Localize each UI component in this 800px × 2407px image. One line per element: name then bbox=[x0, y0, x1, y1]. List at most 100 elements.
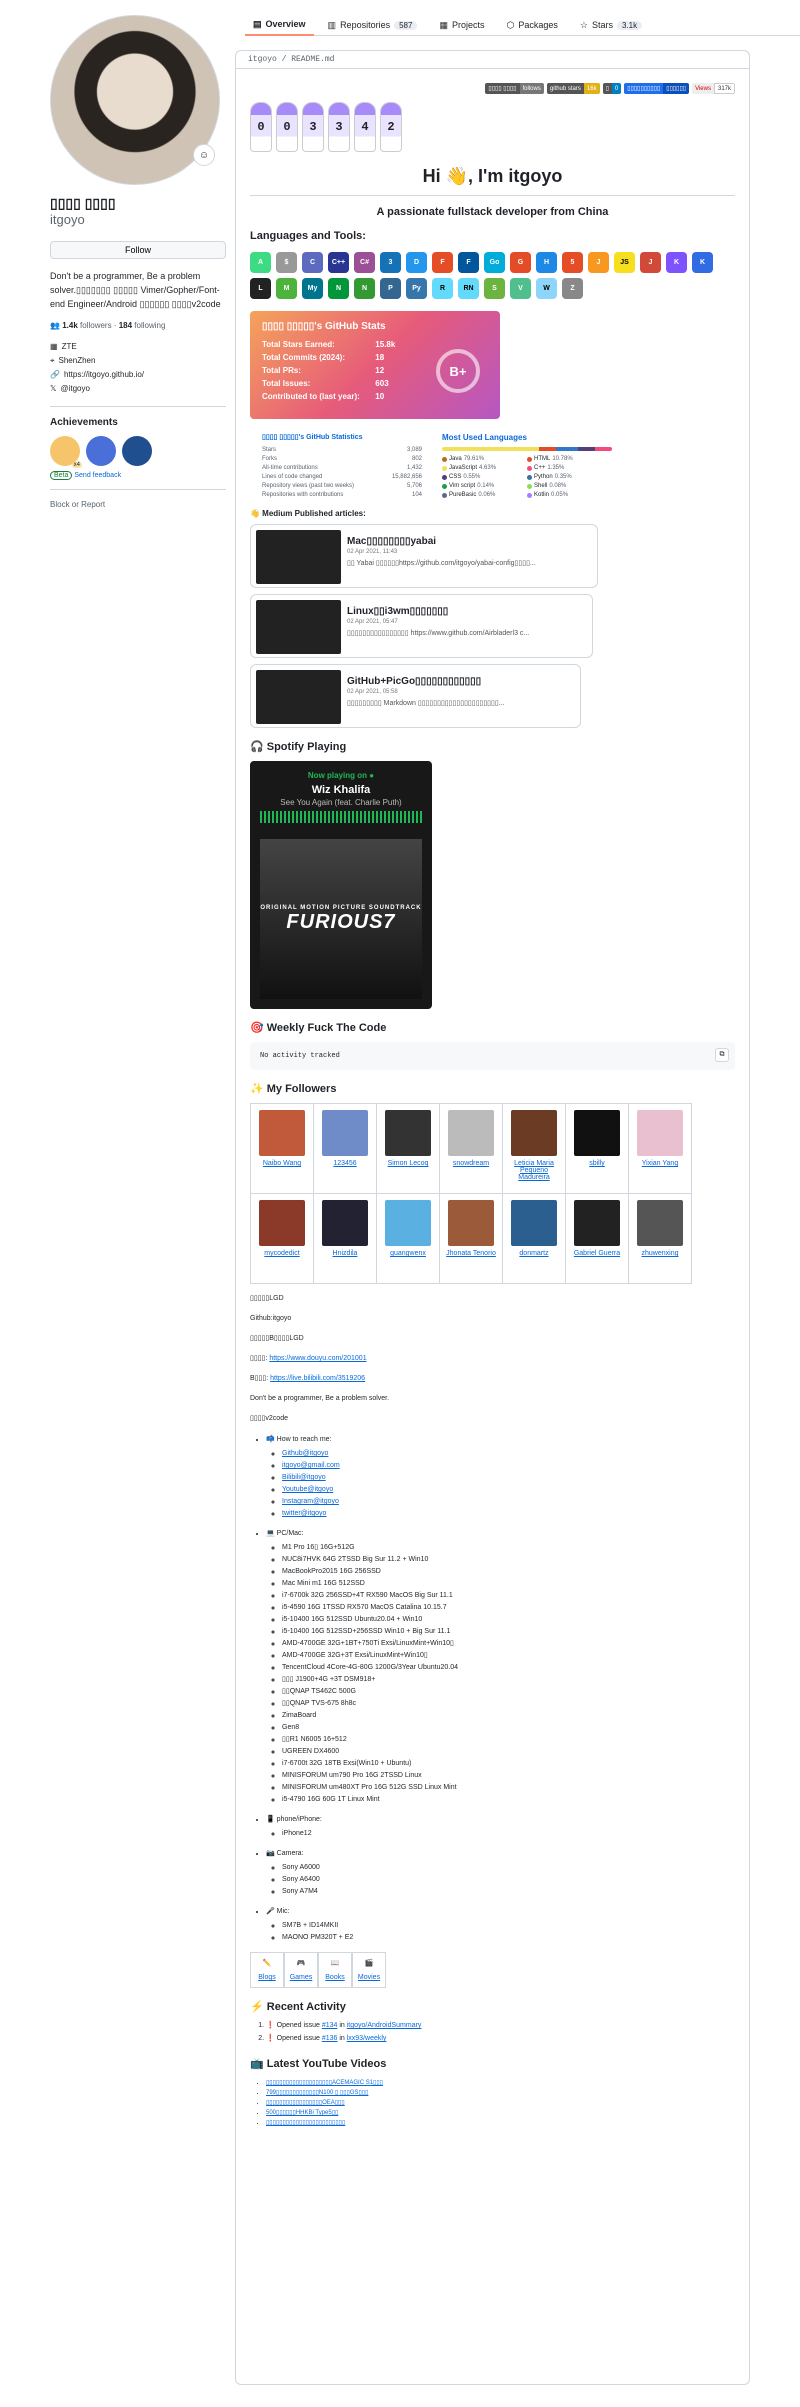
javascript-icon[interactable]: JS bbox=[614, 252, 635, 273]
follower-link[interactable]: Leticia Maria Pequeno Madureira bbox=[514, 1160, 554, 1181]
yt-item[interactable]: ▯▯▯▯▯▯▯▯▯▯▯▯▯▯▯▯▯▯▯▯ACEMAGIC S1▯▯▯ bbox=[266, 2078, 735, 2088]
go-icon[interactable]: Go bbox=[484, 252, 505, 273]
badge[interactable]: github stars 16k bbox=[546, 83, 600, 94]
followers-link[interactable]: 1.4k followers bbox=[62, 321, 111, 330]
follower-link[interactable]: snowdream bbox=[453, 1160, 489, 1167]
follower-avatar[interactable] bbox=[448, 1200, 494, 1246]
follower-avatar[interactable] bbox=[574, 1200, 620, 1246]
badge[interactable]: ▯▯▯▯ ▯▯▯▯ follows bbox=[485, 83, 544, 94]
cpp-icon[interactable]: C++ bbox=[328, 252, 349, 273]
nav-link-movies[interactable]: Movies bbox=[358, 1974, 380, 1981]
follower-avatar[interactable] bbox=[322, 1110, 368, 1156]
android-icon[interactable]: A bbox=[250, 252, 271, 273]
python-icon[interactable]: Py bbox=[406, 278, 427, 299]
reach-item[interactable]: Github@itgoyo bbox=[282, 1448, 735, 1460]
follower-link[interactable]: 123456 bbox=[333, 1160, 356, 1167]
follower-avatar[interactable] bbox=[385, 1200, 431, 1246]
bilibili-link[interactable]: https://live.bilibili.com/3519206 bbox=[270, 1375, 365, 1382]
following-link[interactable]: 184 following bbox=[119, 321, 166, 330]
badge[interactable]: ▯ 0 bbox=[602, 83, 622, 94]
follower-avatar[interactable] bbox=[574, 1110, 620, 1156]
yt-link[interactable]: ▯▯▯▯▯▯▯▯▯▯▯▯▯▯▯▯▯▯▯▯▯▯▯▯ bbox=[266, 2120, 345, 2126]
reach-link[interactable]: Bilibili@itgoyo bbox=[282, 1474, 326, 1481]
tab-stars[interactable]: ☆ Stars 3.1k bbox=[572, 14, 650, 36]
avatar[interactable]: ☺ bbox=[50, 15, 220, 185]
hadoop-icon[interactable]: H bbox=[536, 252, 557, 273]
bash-icon[interactable]: $ bbox=[276, 252, 297, 273]
reach-link[interactable]: Instagram@itgoyo bbox=[282, 1498, 339, 1505]
nginx-icon[interactable]: N bbox=[328, 278, 349, 299]
follower-link[interactable]: Simon Lecoq bbox=[388, 1160, 429, 1167]
nav-link-games[interactable]: Games bbox=[290, 1974, 313, 1981]
status-emoji-icon[interactable]: ☺ bbox=[193, 144, 215, 166]
block-report-link[interactable]: Block or Report bbox=[50, 500, 226, 509]
follower-avatar[interactable] bbox=[385, 1110, 431, 1156]
badge[interactable]: Views 317k bbox=[692, 83, 735, 94]
follower-link[interactable]: sbilly bbox=[589, 1160, 605, 1167]
achievement-badge[interactable]: x4 bbox=[50, 436, 82, 468]
webpack-icon[interactable]: W bbox=[536, 278, 557, 299]
follower-avatar[interactable] bbox=[259, 1200, 305, 1246]
article-card[interactable]: Linux▯▯i3wm▯▯▯▯▯▯▯ 02 Apr 2021, 05:47 ▯▯▯▯… bbox=[250, 594, 593, 658]
follower-link[interactable]: donmartz bbox=[519, 1250, 548, 1257]
issue-link[interactable]: #136 bbox=[322, 2035, 338, 2042]
kotlin-icon[interactable]: K bbox=[666, 252, 687, 273]
yt-link[interactable]: 500▯▯▯▯▯▯HHKBi Type5▯▯ bbox=[266, 2110, 338, 2116]
gulp-icon[interactable]: G bbox=[510, 252, 531, 273]
article-card[interactable]: GitHub+PicGo▯▯▯▯▯▯▯▯▯▯▯▯ 02 Apr 2021, 05:… bbox=[250, 664, 581, 728]
yt-item[interactable]: ▯▯▯▯▯▯▯▯▯▯▯▯▯▯▯▯▯OEA▯▯▯ bbox=[266, 2098, 735, 2108]
badge[interactable]: ▯▯▯▯▯▯▯▯▯▯ ▯▯▯▯▯▯ bbox=[624, 83, 690, 94]
postgresql-icon[interactable]: P bbox=[380, 278, 401, 299]
reach-item[interactable]: itgoyo@gmail.com bbox=[282, 1460, 735, 1472]
reach-item[interactable]: Bilibili@itgoyo bbox=[282, 1472, 735, 1484]
follower-link[interactable]: zhuwenxing bbox=[642, 1250, 679, 1257]
tab-projects[interactable]: ▦ Projects bbox=[431, 14, 492, 36]
follower-avatar[interactable] bbox=[511, 1110, 557, 1156]
yt-link[interactable]: 799▯▯▯▯▯▯▯▯▯▯▯▯▯N100 ▯ ▯▯▯GS▯▯▯ bbox=[266, 2090, 368, 2096]
mongodb-icon[interactable]: M bbox=[276, 278, 297, 299]
twitter-link[interactable]: @itgoyo bbox=[60, 382, 89, 396]
jenkins-icon[interactable]: J bbox=[640, 252, 661, 273]
follow-button[interactable]: Follow bbox=[50, 241, 226, 259]
repo-link[interactable]: lxx93/weekly bbox=[347, 2035, 387, 2042]
reach-link[interactable]: Youtube@itgoyo bbox=[282, 1486, 333, 1493]
nodejs-icon[interactable]: N bbox=[354, 278, 375, 299]
yt-link[interactable]: ▯▯▯▯▯▯▯▯▯▯▯▯▯▯▯▯▯▯▯▯ACEMAGIC S1▯▯▯ bbox=[266, 2080, 383, 2086]
docker-icon[interactable]: D bbox=[406, 252, 427, 273]
follower-link[interactable]: guangwenx bbox=[390, 1250, 426, 1257]
mysql-icon[interactable]: My bbox=[302, 278, 323, 299]
follower-avatar[interactable] bbox=[322, 1200, 368, 1246]
follower-link[interactable]: mycodedict bbox=[264, 1250, 299, 1257]
spotify-card[interactable]: Now playing on ● Wiz Khalifa See You Aga… bbox=[250, 761, 432, 1009]
douyu-link[interactable]: https://www.douyu.com/201001 bbox=[269, 1355, 366, 1362]
c-icon[interactable]: C bbox=[302, 252, 323, 273]
kubernetes-icon[interactable]: K bbox=[692, 252, 713, 273]
issue-link[interactable]: #134 bbox=[322, 2022, 338, 2029]
copy-icon[interactable]: ⧉ bbox=[715, 1048, 729, 1062]
follower-link[interactable]: Gabriel Guerra bbox=[574, 1250, 620, 1257]
flutter-icon[interactable]: F bbox=[458, 252, 479, 273]
follower-link[interactable]: Hnizdila bbox=[333, 1250, 358, 1257]
repo-link[interactable]: itgoyo/AndroidSummary bbox=[347, 2022, 422, 2029]
reactnative-icon[interactable]: RN bbox=[458, 278, 479, 299]
react-icon[interactable]: R bbox=[432, 278, 453, 299]
achievement-badge[interactable] bbox=[86, 436, 116, 466]
html5-icon[interactable]: 5 bbox=[562, 252, 583, 273]
vuejs-icon[interactable]: V bbox=[510, 278, 531, 299]
yt-link[interactable]: ▯▯▯▯▯▯▯▯▯▯▯▯▯▯▯▯▯OEA▯▯▯ bbox=[266, 2100, 345, 2106]
article-card[interactable]: Mac▯▯▯▯▯▯▯▯yabai 02 Apr 2021, 11:43 ▯▯ Yab… bbox=[250, 524, 598, 588]
reach-item[interactable]: Instagram@itgoyo bbox=[282, 1496, 735, 1508]
yt-item[interactable]: ▯▯▯▯▯▯▯▯▯▯▯▯▯▯▯▯▯▯▯▯▯▯▯▯ bbox=[266, 2118, 735, 2128]
reach-link[interactable]: twitter@itgoyo bbox=[282, 1510, 326, 1517]
java-icon[interactable]: J bbox=[588, 252, 609, 273]
tab-overview[interactable]: ▤ Overview bbox=[245, 14, 314, 36]
reach-item[interactable]: twitter@itgoyo bbox=[282, 1508, 735, 1520]
reach-link[interactable]: Github@itgoyo bbox=[282, 1450, 328, 1457]
nav-link-blogs[interactable]: Blogs bbox=[258, 1974, 276, 1981]
linux-icon[interactable]: L bbox=[250, 278, 271, 299]
reach-item[interactable]: Youtube@itgoyo bbox=[282, 1484, 735, 1496]
follower-avatar[interactable] bbox=[448, 1110, 494, 1156]
achievement-badge[interactable] bbox=[122, 436, 152, 466]
reach-link[interactable]: itgoyo@gmail.com bbox=[282, 1462, 340, 1469]
nav-link-books[interactable]: Books bbox=[325, 1974, 344, 1981]
